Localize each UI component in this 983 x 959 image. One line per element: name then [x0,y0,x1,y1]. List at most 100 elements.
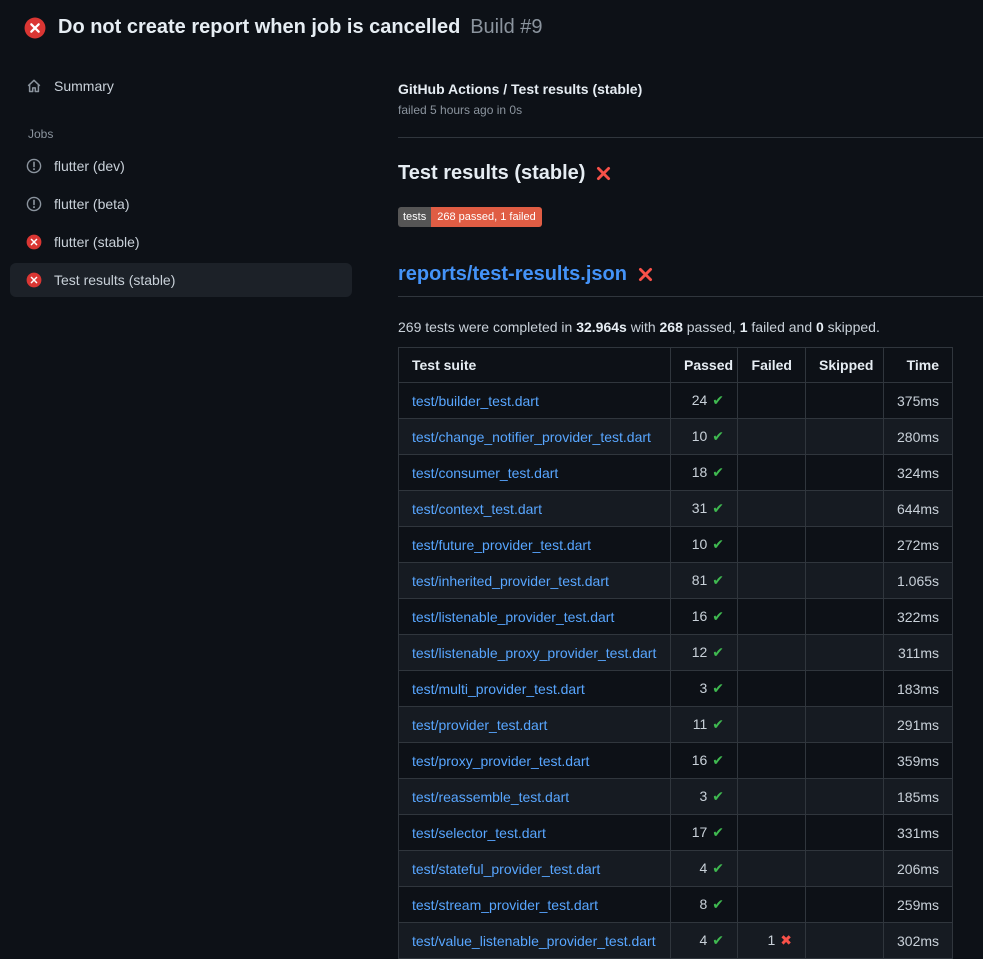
table-row: test/future_provider_test.dart10✔272ms [399,527,953,563]
col-header-skipped: Skipped [806,348,884,383]
sidebar-item-test-results-stable[interactable]: Test results (stable) [10,263,352,297]
section-title-text: Test results (stable) [398,162,585,185]
skipped-cell [806,635,884,671]
alert-circle-icon [26,196,42,212]
summary-line: 269 tests were completed in 32.964s with… [398,319,983,335]
test-suite-link[interactable]: test/listenable_provider_test.dart [412,609,614,625]
test-suite-link[interactable]: test/value_listenable_provider_test.dart [412,933,656,949]
test-suite-link[interactable]: test/consumer_test.dart [412,465,558,481]
build-number: Build #9 [470,16,542,38]
test-suite-link[interactable]: test/stateful_provider_test.dart [412,861,600,877]
summary-text: failed and [748,319,817,335]
passed-cell: 24✔ [671,383,738,419]
pass-check-icon: ✔ [712,609,724,625]
pass-check-icon: ✔ [712,681,724,697]
count: 16 [692,608,708,624]
time-cell: 185ms [884,779,953,815]
test-suite-link[interactable]: test/provider_test.dart [412,717,547,733]
test-suite-link[interactable]: test/listenable_proxy_provider_test.dart [412,645,656,661]
pass-check-icon: ✔ [712,537,724,553]
time-cell: 1.065s [884,563,953,599]
time-cell: 206ms [884,851,953,887]
test-suite-link[interactable]: test/builder_test.dart [412,393,539,409]
pass-check-icon: ✔ [712,933,724,949]
report-file-link[interactable]: reports/test-results.json [398,263,627,286]
time-cell: 291ms [884,707,953,743]
table-row: test/stream_provider_test.dart 8✔ 259ms [399,887,953,923]
summary-text: 269 tests were completed in [398,319,576,335]
skipped-cell [806,455,884,491]
table-row: test/selector_test.dart17✔331ms [399,815,953,851]
count: 3 [699,680,707,696]
failed-cell [738,815,806,851]
results-tbody: test/builder_test.dart 24✔ 375ms test/chang… [399,383,953,959]
test-suite-cell: test/stream_provider_test.dart [399,887,671,923]
table-row: test/listenable_provider_test.dart 16✔ 322… [399,599,953,635]
count: 81 [692,572,708,588]
test-suite-link[interactable]: test/reassemble_test.dart [412,789,569,805]
table-row: test/inherited_provider_test.dart81✔1.06… [399,563,953,599]
failed-cell [738,743,806,779]
test-suite-cell: test/value_listenable_provider_test.dart [399,923,671,959]
col-header-time: Time [884,348,953,383]
passed-cell: 4✔ [671,851,738,887]
passed-cell: 8✔ [671,887,738,923]
sidebar-item-flutter-dev[interactable]: flutter (dev) [10,149,352,183]
sidebar-item-flutter-stable[interactable]: flutter (stable) [10,225,352,259]
passed-cell: 12✔ [671,635,738,671]
sidebar-item-label: Test results (stable) [54,272,175,288]
time-cell: 644ms [884,491,953,527]
table-row: test/proxy_provider_test.dart16✔359ms [399,743,953,779]
summary-text: skipped. [824,319,880,335]
skipped-cell [806,815,884,851]
sidebar-item-flutter-beta[interactable]: flutter (beta) [10,187,352,221]
table-row: test/reassemble_test.dart3✔185ms [399,779,953,815]
summary-duration: 32.964s [576,319,627,335]
sidebar-item-summary[interactable]: Summary [10,69,352,103]
x-circle-fail-icon [26,272,42,288]
test-suite-link[interactable]: test/stream_provider_test.dart [412,897,598,913]
passed-cell: 16✔ [671,599,738,635]
test-suite-cell: test/context_test.dart [399,491,671,527]
skipped-cell [806,923,884,959]
pass-check-icon: ✔ [712,717,724,733]
failed-cell: 1✖ [738,923,806,959]
table-row: test/context_test.dart31✔644ms [399,491,953,527]
passed-cell: 18✔ [671,455,738,491]
count: 17 [692,824,708,840]
test-suite-link[interactable]: test/multi_provider_test.dart [412,681,585,697]
test-suite-link[interactable]: test/proxy_provider_test.dart [412,753,589,769]
count: 4 [699,860,707,876]
table-row: test/builder_test.dart 24✔ 375ms [399,383,953,419]
col-header-passed: Passed [671,348,738,383]
skipped-cell [806,851,884,887]
count: 10 [692,428,708,444]
run-meta: failed 5 hours ago in 0s [398,103,983,117]
time-cell: 259ms [884,887,953,923]
test-suite-link[interactable]: test/future_provider_test.dart [412,537,591,553]
test-suite-cell: test/future_provider_test.dart [399,527,671,563]
test-suite-link[interactable]: test/inherited_provider_test.dart [412,573,609,589]
test-suite-link[interactable]: test/change_notifier_provider_test.dart [412,429,651,445]
section-title: Test results (stable) [398,162,983,185]
test-suite-cell: test/consumer_test.dart [399,455,671,491]
time-cell: 322ms [884,599,953,635]
pass-check-icon: ✔ [712,429,724,445]
test-suite-link[interactable]: test/selector_test.dart [412,825,546,841]
home-icon [26,78,42,94]
test-suite-cell: test/change_notifier_provider_test.dart [399,419,671,455]
failed-cell [738,383,806,419]
skipped-cell [806,527,884,563]
time-cell: 280ms [884,419,953,455]
test-suite-cell: test/selector_test.dart [399,815,671,851]
pass-check-icon: ✔ [712,465,724,481]
pass-check-icon: ✔ [712,645,724,661]
time-cell: 375ms [884,383,953,419]
test-suite-link[interactable]: test/context_test.dart [412,501,542,517]
skipped-cell [806,563,884,599]
badge-value: 268 passed, 1 failed [431,207,541,227]
page-header: Do not create report when job is cancell… [0,0,983,49]
table-row: test/multi_provider_test.dart3✔183ms [399,671,953,707]
count: 16 [692,752,708,768]
skipped-cell [806,779,884,815]
